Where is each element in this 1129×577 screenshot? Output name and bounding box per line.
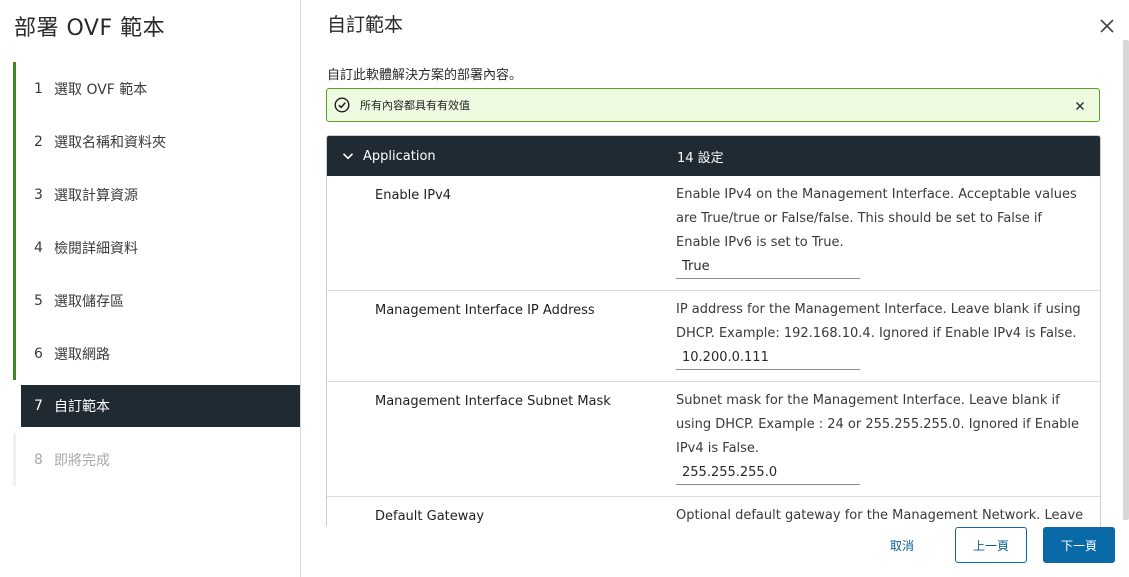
step-label: 自訂範本 bbox=[54, 399, 110, 415]
property-detail: Enable IPv4 on the Management Interface.… bbox=[676, 187, 1100, 279]
wizard-sidebar: 部署 OVF 範本 1 選取 OVF 範本 2 選取名稱和資料夾 3 選取計算資… bbox=[0, 0, 301, 577]
back-button[interactable]: 上一頁 bbox=[955, 527, 1027, 563]
success-alert: 所有內容都具有有效值 bbox=[326, 88, 1100, 122]
property-row: Management Interface IP Address IP addre… bbox=[327, 291, 1100, 382]
step-ready-to-complete: 8 即將完成 bbox=[13, 433, 300, 486]
enable-ipv4-input[interactable] bbox=[676, 255, 860, 279]
wizard-title: 部署 OVF 範本 bbox=[14, 16, 166, 41]
group-setting-count: 14 設定 bbox=[677, 150, 724, 166]
property-description: IP address for the Management Interface.… bbox=[676, 302, 1081, 341]
step-select-ovf-template[interactable]: 1 選取 OVF 範本 bbox=[13, 62, 300, 115]
step-number: 1 bbox=[34, 80, 43, 97]
step-number: 5 bbox=[34, 292, 43, 309]
step-label: 即將完成 bbox=[54, 452, 110, 469]
property-detail: Optional default gateway for the Managem… bbox=[676, 508, 1100, 527]
step-number: 3 bbox=[34, 186, 43, 203]
group-header-application[interactable]: Application 14 設定 bbox=[327, 136, 1100, 176]
step-select-networks[interactable]: 6 選取網路 bbox=[13, 327, 300, 380]
property-description: Subnet mask for the Management Interface… bbox=[676, 393, 1080, 456]
step-number: 6 bbox=[34, 345, 43, 362]
step-label: 選取名稱和資料夾 bbox=[54, 134, 166, 151]
property-detail: Subnet mask for the Management Interface… bbox=[676, 393, 1100, 485]
close-icon[interactable] bbox=[1097, 16, 1117, 36]
next-button[interactable]: 下一頁 bbox=[1043, 527, 1115, 563]
step-label: 選取網路 bbox=[54, 346, 110, 363]
wizard-steps: 1 選取 OVF 範本 2 選取名稱和資料夾 3 選取計算資源 4 檢閱詳細資料… bbox=[13, 62, 300, 486]
chevron-down-icon bbox=[341, 149, 355, 163]
check-circle-icon bbox=[334, 97, 350, 113]
alert-message: 所有內容都具有有效值 bbox=[360, 99, 470, 112]
property-description: Enable IPv4 on the Management Interface.… bbox=[676, 187, 1077, 250]
property-label: Management Interface Subnet Mask bbox=[375, 394, 611, 409]
step-label: 選取儲存區 bbox=[54, 293, 124, 310]
management-ip-input[interactable] bbox=[676, 346, 860, 370]
page-title: 自訂範本 bbox=[327, 14, 404, 36]
property-detail: IP address for the Management Interface.… bbox=[676, 302, 1100, 370]
cancel-button[interactable]: 取消 bbox=[872, 527, 932, 563]
deploy-ovf-wizard: 部署 OVF 範本 1 選取 OVF 範本 2 選取名稱和資料夾 3 選取計算資… bbox=[0, 0, 1129, 577]
page-description: 自訂此軟體解決方案的部署內容。 bbox=[327, 68, 523, 83]
property-row: Management Interface Subnet Mask Subnet … bbox=[327, 382, 1100, 497]
scrollbar-thumb[interactable] bbox=[1123, 40, 1129, 520]
subnet-mask-input[interactable] bbox=[676, 461, 860, 485]
wizard-main: 自訂範本 自訂此軟體解決方案的部署內容。 所有內容都具有有效值 Applicat… bbox=[301, 0, 1129, 577]
step-label: 檢閱詳細資料 bbox=[54, 240, 138, 257]
alert-close-icon[interactable] bbox=[1073, 98, 1087, 112]
property-row: Default Gateway Optional default gateway… bbox=[327, 497, 1100, 527]
step-select-storage[interactable]: 5 選取儲存區 bbox=[13, 274, 300, 327]
step-number: 8 bbox=[34, 451, 43, 468]
property-label: Enable IPv4 bbox=[375, 188, 452, 203]
step-label: 選取 OVF 範本 bbox=[54, 81, 148, 98]
step-customize-template[interactable]: 7 自訂範本 bbox=[21, 385, 300, 427]
scrollbar[interactable] bbox=[1123, 40, 1129, 525]
step-number: 7 bbox=[34, 398, 43, 414]
step-select-compute-resource[interactable]: 3 選取計算資源 bbox=[13, 168, 300, 221]
step-select-name-folder[interactable]: 2 選取名稱和資料夾 bbox=[13, 115, 300, 168]
property-label: Management Interface IP Address bbox=[375, 303, 595, 318]
step-review-details[interactable]: 4 檢閱詳細資料 bbox=[13, 221, 300, 274]
step-number: 2 bbox=[34, 133, 43, 150]
property-row: Enable IPv4 Enable IPv4 on the Managemen… bbox=[327, 176, 1100, 291]
step-label: 選取計算資源 bbox=[54, 187, 138, 204]
group-name: Application bbox=[363, 148, 436, 164]
properties-panel: Application 14 設定 Enable IPv4 Enable IPv… bbox=[326, 135, 1101, 527]
step-number: 4 bbox=[34, 239, 43, 256]
property-description: Optional default gateway for the Managem… bbox=[676, 508, 1084, 523]
property-label: Default Gateway bbox=[375, 509, 485, 524]
